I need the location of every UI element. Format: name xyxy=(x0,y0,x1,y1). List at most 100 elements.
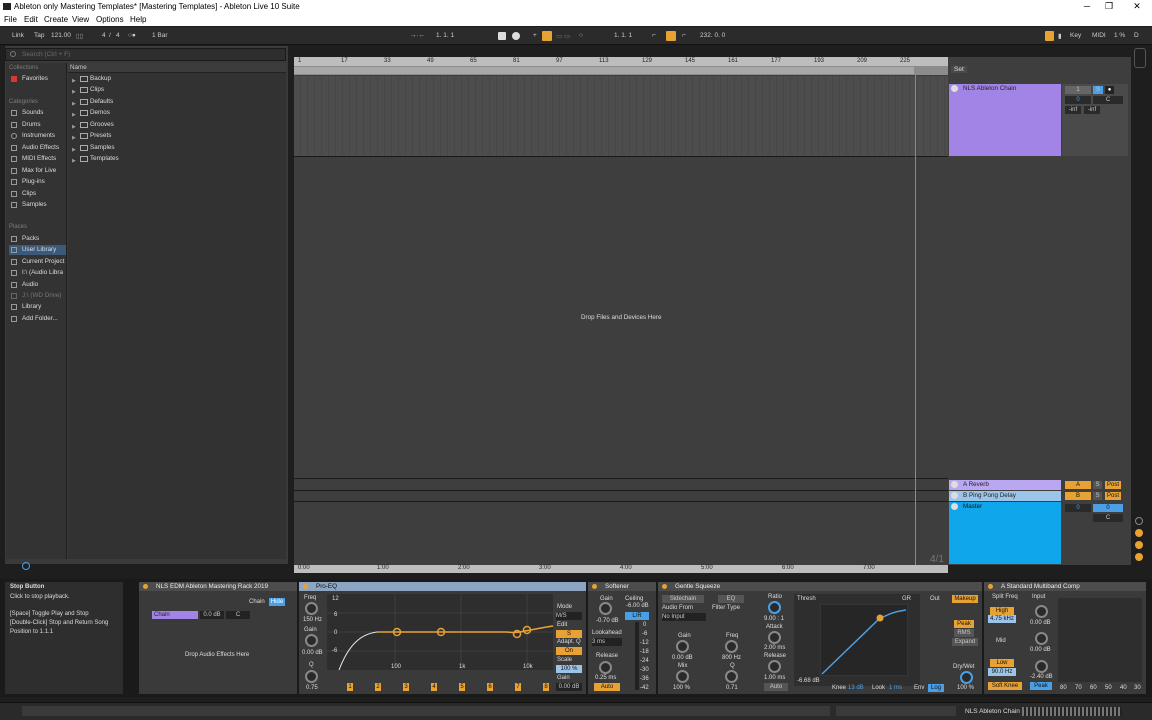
folder-row[interactable]: ▶ Presets xyxy=(72,131,111,141)
nudge-icon[interactable]: ▯▯ xyxy=(76,32,83,40)
gain-knob[interactable] xyxy=(676,640,689,653)
device-on-icon[interactable] xyxy=(592,584,597,589)
sidebar-item-samples[interactable]: Samples xyxy=(9,200,66,210)
band-number[interactable]: 6 xyxy=(487,683,493,691)
sidebar-item-add-folder[interactable]: Add Folder... xyxy=(9,314,66,324)
volume-field[interactable]: 0 xyxy=(1065,96,1091,104)
track-header-nls-chain[interactable] xyxy=(949,84,1061,156)
fold-icon[interactable] xyxy=(951,481,958,488)
preview-icon[interactable] xyxy=(22,562,30,570)
sidebar-item-instruments[interactable]: Instruments xyxy=(9,131,66,141)
band-number[interactable]: 5 xyxy=(459,683,465,691)
drywet-knob[interactable] xyxy=(960,671,973,684)
sidebar-item-packs[interactable]: Packs xyxy=(9,234,66,244)
mid-input-knob[interactable] xyxy=(1035,632,1048,645)
pro-eq-device[interactable]: Pro-EQ Freq 150 Hz Gain 0.00 dB Q 0.75 1… xyxy=(299,582,586,694)
tempo-field[interactable]: 121.00 xyxy=(51,32,71,39)
loop-brace-lane[interactable] xyxy=(294,66,948,75)
post-button[interactable]: Post xyxy=(1105,492,1121,500)
follow-icon[interactable]: →·← xyxy=(410,32,425,39)
freq-knob[interactable] xyxy=(725,640,738,653)
metronome-icon[interactable]: ○● xyxy=(128,32,136,39)
hide-button[interactable]: Hide xyxy=(269,598,285,606)
drywet-value[interactable]: 100 % xyxy=(957,685,974,691)
device-header[interactable]: Gentle Squeeze xyxy=(658,582,982,591)
loop-brace[interactable] xyxy=(294,67,914,74)
makeup-toggle[interactable]: Makeup xyxy=(952,595,978,603)
gain-value[interactable]: -0.70 dB xyxy=(596,618,619,624)
adaptq-toggle[interactable]: On xyxy=(556,647,582,655)
thresh-value[interactable]: -6.68 dB xyxy=(797,678,820,684)
gain-knob[interactable] xyxy=(599,602,612,615)
mid-input-value[interactable]: 0.00 dB xyxy=(1030,647,1051,653)
device-header[interactable]: Pro-EQ xyxy=(299,582,586,591)
sidechain-eq-toggle[interactable]: EQ xyxy=(718,595,744,603)
search-input[interactable]: Search (Ctrl + F) xyxy=(5,48,286,61)
release-knob[interactable] xyxy=(599,661,612,674)
peak-mode[interactable]: Peak xyxy=(954,620,974,628)
auto-release-toggle[interactable]: Auto xyxy=(594,683,620,691)
loop-start-field[interactable]: 1. 1. 1 xyxy=(614,32,632,39)
sidebar-item-max-for-live[interactable]: Max for Live xyxy=(9,166,66,176)
return-track-a[interactable]: A Reverb xyxy=(949,480,1061,490)
softener-device[interactable]: Softener Gain -0.70 dB Ceiling -6.00 dB … xyxy=(588,582,656,694)
sends-toggle-icon[interactable] xyxy=(1135,529,1143,537)
folder-row[interactable]: ▶ Templates xyxy=(72,154,119,164)
chain-pan[interactable]: C xyxy=(226,611,250,619)
expand-icon[interactable]: ▶ xyxy=(72,133,76,143)
mode-select[interactable]: M/S xyxy=(556,612,582,620)
output-gain-value[interactable]: 0.00 dB xyxy=(556,683,582,691)
return-track-b[interactable]: B Ping Pong Delay xyxy=(949,491,1061,501)
track-activator[interactable]: 1 xyxy=(1065,86,1091,94)
low-freq-value[interactable]: 90.0 Hz xyxy=(988,668,1016,676)
automation-arm-icon[interactable] xyxy=(542,31,552,41)
stop-icon[interactable] xyxy=(498,32,506,40)
arrangement-position[interactable]: 1. 1. 1 xyxy=(436,32,454,39)
arm-icon[interactable]: ● xyxy=(1105,86,1114,94)
band-number[interactable]: 3 xyxy=(403,683,409,691)
sidebar-item-audio-library[interactable]: I:\ (Audio Libra xyxy=(9,268,66,278)
gentle-squeeze-device[interactable]: Gentle Squeeze Sidechain EQ Audio From N… xyxy=(658,582,982,694)
high-freq-value[interactable]: 4.75 kHz xyxy=(988,615,1016,623)
sidebar-item-audio-effects[interactable]: Audio Effects xyxy=(9,143,66,153)
sidechain-toggle[interactable]: Sidechain xyxy=(662,595,704,603)
sidebar-item-audio[interactable]: Audio xyxy=(9,280,66,290)
release-value[interactable]: 1.00 ms xyxy=(764,675,785,681)
device-header[interactable]: Softener xyxy=(588,582,656,591)
sidebar-item-drums[interactable]: Drums xyxy=(9,120,66,130)
q-value[interactable]: 0.75 xyxy=(306,685,318,691)
post-button[interactable]: Post xyxy=(1105,481,1121,489)
release-value[interactable]: 0.25 ms xyxy=(595,675,616,681)
peak-toggle[interactable]: Peak xyxy=(1030,682,1052,690)
expand-icon[interactable]: ▶ xyxy=(72,87,76,97)
gain-value[interactable]: 0.00 dB xyxy=(672,655,693,661)
audio-from-select[interactable]: No Input xyxy=(662,613,706,621)
band-number[interactable]: 1 xyxy=(347,683,353,691)
edit-select[interactable]: S xyxy=(556,630,582,638)
band-number[interactable]: 8 xyxy=(543,683,549,691)
auto-release-toggle[interactable]: Auto xyxy=(764,683,788,691)
draw-mode-icon[interactable] xyxy=(1045,31,1054,41)
freq-value[interactable]: 800 Hz xyxy=(722,655,741,661)
session-record-icon[interactable]: ○ xyxy=(579,32,583,39)
returns-toggle-icon[interactable] xyxy=(1135,541,1143,549)
freq-value[interactable]: 150 Hz xyxy=(303,617,322,623)
folder-row[interactable]: ▶ Clips xyxy=(72,85,104,95)
folder-row[interactable]: ▶ Samples xyxy=(72,143,115,153)
send-b-button[interactable]: B xyxy=(1065,492,1091,500)
lookahead-select[interactable]: 3 ms xyxy=(592,638,622,646)
name-column-header[interactable]: Name xyxy=(68,63,286,73)
track-name[interactable]: NLS Ableton Chain xyxy=(949,84,1061,94)
restore-button[interactable]: ❐ xyxy=(1102,0,1116,13)
menu-view[interactable]: View xyxy=(72,13,89,26)
master-track-name[interactable]: Master xyxy=(949,502,1061,512)
attack-value[interactable]: 2.00 ms xyxy=(764,645,785,651)
sig-denominator[interactable]: 4 xyxy=(116,32,120,39)
freq-knob[interactable] xyxy=(305,602,318,615)
sig-numerator[interactable]: 4 xyxy=(102,32,106,39)
beat-ruler[interactable]: 1 17 33 49 65 81 97 113 129 145 161 177 … xyxy=(294,57,948,66)
sidebar-item-plugins[interactable]: Plug-ins xyxy=(9,177,66,187)
overdub-icon[interactable]: + xyxy=(533,32,537,39)
device-on-icon[interactable] xyxy=(662,584,667,589)
fold-icon[interactable] xyxy=(951,85,958,92)
